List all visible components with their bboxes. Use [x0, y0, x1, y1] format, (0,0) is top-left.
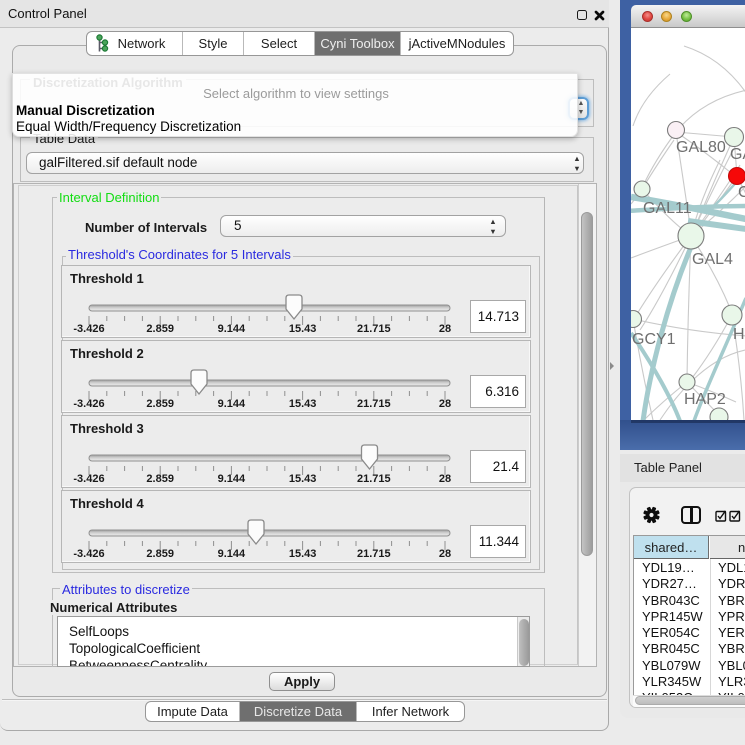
- svg-text:2.859: 2.859: [146, 473, 174, 485]
- svg-text:28: 28: [439, 548, 451, 560]
- svg-text:GAL4: GAL4: [692, 251, 733, 268]
- svg-text:C: C: [738, 184, 745, 201]
- svg-text:-3.426: -3.426: [73, 323, 104, 335]
- svg-text:21.715: 21.715: [357, 548, 391, 560]
- svg-text:-3.426: -3.426: [73, 473, 104, 485]
- svg-text:2.859: 2.859: [146, 398, 174, 410]
- svg-text:21.715: 21.715: [357, 323, 391, 335]
- svg-text:28: 28: [439, 473, 451, 485]
- svg-text:15.43: 15.43: [289, 548, 317, 560]
- svg-text:H: H: [733, 326, 745, 343]
- svg-text:15.43: 15.43: [289, 323, 317, 335]
- svg-text:GAL80: GAL80: [676, 139, 726, 156]
- svg-text:21.715: 21.715: [357, 398, 391, 410]
- svg-text:9.144: 9.144: [218, 473, 246, 485]
- svg-text:21.715: 21.715: [357, 473, 391, 485]
- svg-text:9.144: 9.144: [218, 548, 246, 560]
- svg-text:15.43: 15.43: [289, 473, 317, 485]
- svg-text:HAP2: HAP2: [684, 391, 726, 408]
- svg-text:2.859: 2.859: [146, 548, 174, 560]
- svg-text:28: 28: [439, 323, 451, 335]
- svg-text:2.859: 2.859: [146, 323, 174, 335]
- svg-text:9.144: 9.144: [218, 398, 246, 410]
- svg-text:GCY1: GCY1: [632, 331, 676, 348]
- svg-text:28: 28: [439, 398, 451, 410]
- svg-text:15.43: 15.43: [289, 398, 317, 410]
- svg-text:GAL11: GAL11: [643, 200, 692, 217]
- svg-text:GA: GA: [730, 146, 745, 163]
- svg-text:-3.426: -3.426: [73, 398, 104, 410]
- svg-text:-3.426: -3.426: [73, 548, 104, 560]
- svg-text:9.144: 9.144: [218, 323, 246, 335]
